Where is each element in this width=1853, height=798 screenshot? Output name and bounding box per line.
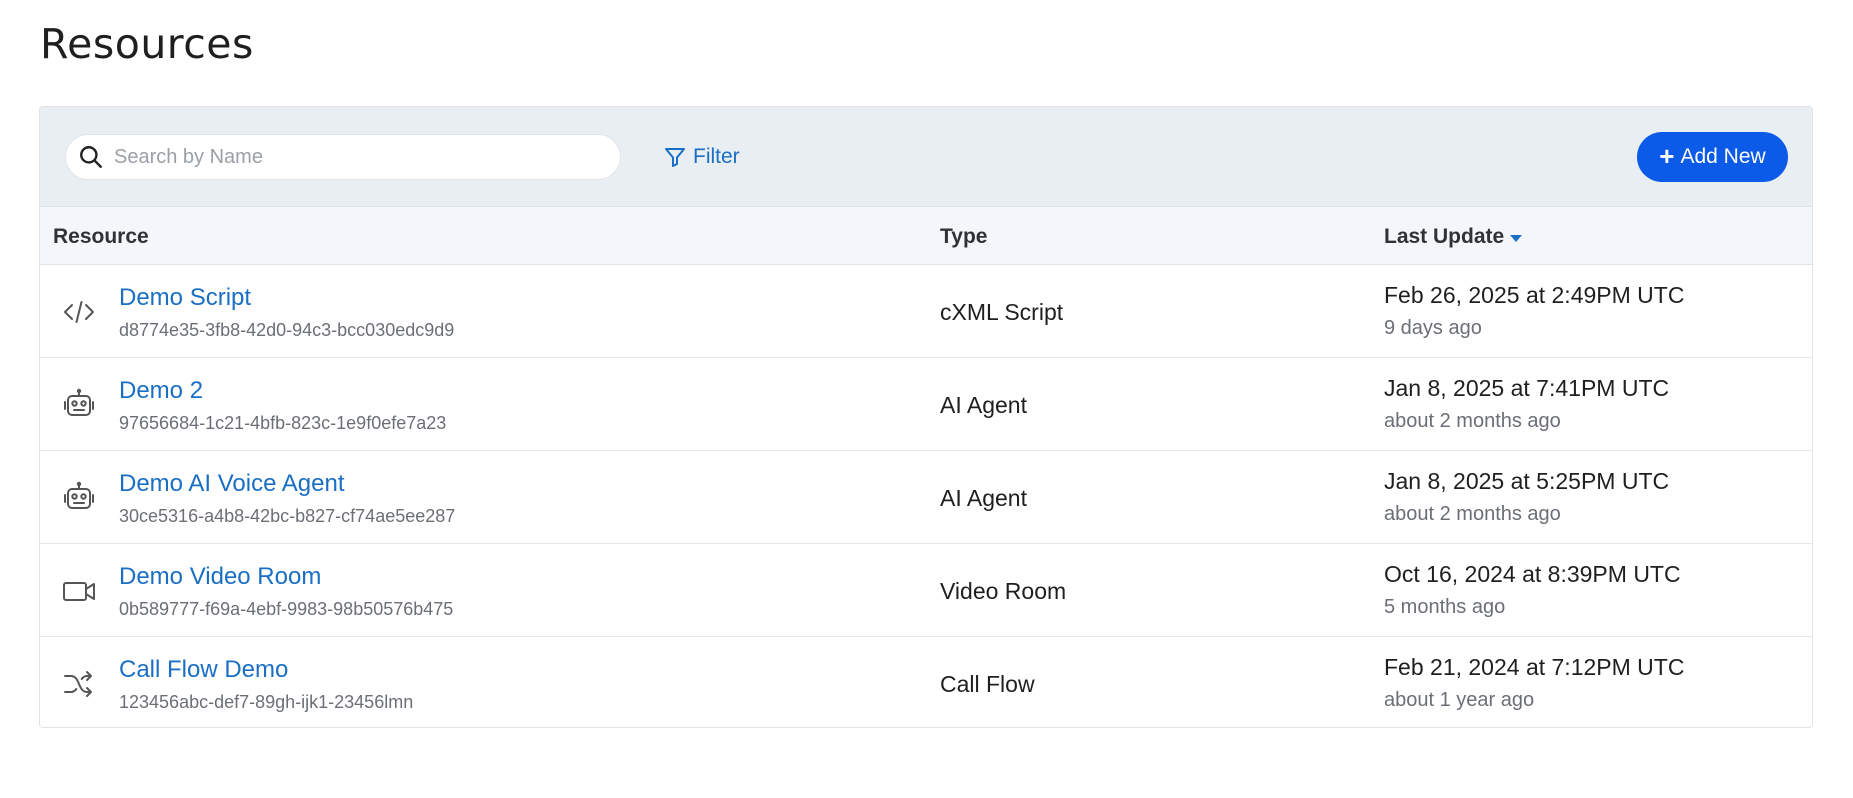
last-update-date: Jan 8, 2025 at 7:41PM UTC xyxy=(1384,375,1670,401)
sort-descending-icon xyxy=(1510,235,1523,242)
last-update-date: Feb 21, 2024 at 7:12PM UTC xyxy=(1384,654,1685,680)
column-header-type[interactable]: Type xyxy=(940,225,987,249)
resource-name-link[interactable]: Demo Script xyxy=(119,284,251,312)
filter-icon xyxy=(665,148,685,167)
resource-id: 30ce5316-a4b8-42bc-b827-cf74ae5ee287 xyxy=(119,506,456,526)
resource-type: AI Agent xyxy=(940,485,1027,511)
table-row[interactable]: Call Flow Demo 123456abc-def7-89gh-ijk1-… xyxy=(40,637,1812,727)
robot-icon xyxy=(60,388,98,422)
column-header-resource[interactable]: Resource xyxy=(53,225,149,249)
resources-page: Resources Filter + Add New R xyxy=(0,0,1853,798)
filter-button[interactable]: Filter xyxy=(663,137,740,177)
search-input[interactable] xyxy=(114,145,604,169)
table-row[interactable]: Demo 2 97656684-1c21-4bfb-823c-1e9f0efe7… xyxy=(40,358,1812,451)
last-update-relative: about 2 months ago xyxy=(1384,503,1561,525)
resource-id: 0b589777-f69a-4ebf-9983-98b50576b475 xyxy=(119,599,454,619)
page-title: Resources xyxy=(40,20,254,68)
last-update-date: Oct 16, 2024 at 8:39PM UTC xyxy=(1384,561,1681,587)
last-update-relative: about 2 months ago xyxy=(1384,410,1561,432)
search-icon xyxy=(80,146,102,168)
resource-name-link[interactable]: Demo AI Voice Agent xyxy=(119,470,344,498)
code-icon xyxy=(60,295,98,329)
video-camera-icon xyxy=(60,574,98,608)
last-update-date: Jan 8, 2025 at 5:25PM UTC xyxy=(1384,468,1670,494)
resource-id: 123456abc-def7-89gh-ijk1-23456lmn xyxy=(119,692,414,712)
last-update-relative: 9 days ago xyxy=(1384,317,1482,339)
resource-type: AI Agent xyxy=(940,392,1027,418)
add-new-label: Add New xyxy=(1680,145,1766,168)
resource-type: Call Flow xyxy=(940,671,1035,697)
table-body: Demo Script d8774e35-3fb8-42d0-94c3-bcc0… xyxy=(40,265,1812,727)
resource-type: Video Room xyxy=(940,578,1067,604)
resource-name-link[interactable]: Call Flow Demo xyxy=(119,656,288,684)
shuffle-icon xyxy=(60,667,98,701)
resource-name-link[interactable]: Demo 2 xyxy=(119,377,203,405)
resource-id: d8774e35-3fb8-42d0-94c3-bcc030edc9d9 xyxy=(119,320,455,340)
resources-card: Filter + Add New Resource Type Last Upda… xyxy=(39,106,1813,728)
table-row[interactable]: Demo Video Room 0b589777-f69a-4ebf-9983-… xyxy=(40,544,1812,637)
search-box[interactable] xyxy=(65,134,621,180)
table-header: Resource Type Last Update xyxy=(40,207,1812,265)
robot-icon xyxy=(60,481,98,515)
resource-name-link[interactable]: Demo Video Room xyxy=(119,563,321,591)
column-header-last-update-label: Last Update xyxy=(1384,225,1505,248)
toolbar: Filter + Add New xyxy=(40,107,1812,207)
last-update-relative: about 1 year ago xyxy=(1384,689,1535,711)
plus-icon: + xyxy=(1659,141,1675,171)
resource-id: 97656684-1c21-4bfb-823c-1e9f0efe7a23 xyxy=(119,413,447,433)
last-update-date: Feb 26, 2025 at 2:49PM UTC xyxy=(1384,282,1685,308)
add-new-button[interactable]: + Add New xyxy=(1637,132,1788,182)
filter-label: Filter xyxy=(693,145,740,168)
table-row[interactable]: Demo AI Voice Agent 30ce5316-a4b8-42bc-b… xyxy=(40,451,1812,544)
last-update-relative: 5 months ago xyxy=(1384,596,1506,618)
column-header-last-update[interactable]: Last Update xyxy=(1384,225,1523,249)
table-row[interactable]: Demo Script d8774e35-3fb8-42d0-94c3-bcc0… xyxy=(40,265,1812,358)
resource-type: cXML Script xyxy=(940,299,1064,325)
